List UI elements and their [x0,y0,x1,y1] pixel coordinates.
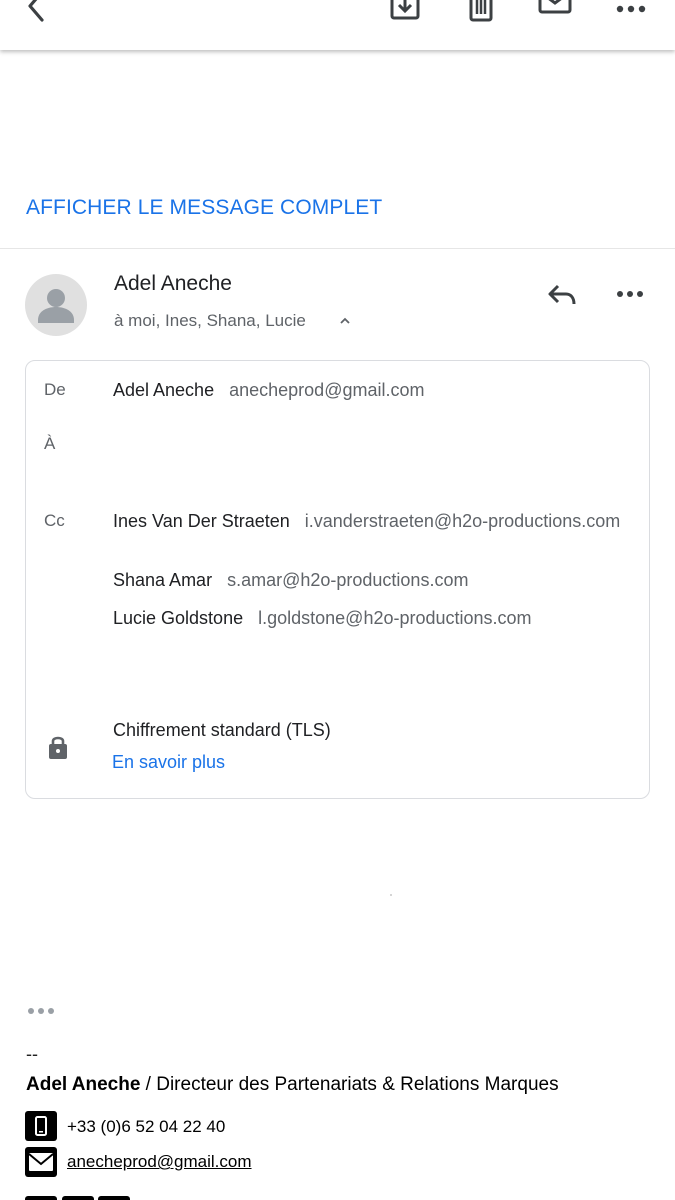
mail-icon[interactable] [538,0,572,22]
avatar[interactable] [25,274,87,336]
more-options-icon[interactable] [614,284,646,304]
from-name: Adel Aneche [113,380,215,400]
divider [0,248,675,249]
signature-separator: -- [26,1044,38,1064]
from-label: De [44,380,66,399]
signature-name: Adel Aneche [26,1074,141,1095]
learn-more-link[interactable]: En savoir plus [112,752,225,773]
social-icon[interactable] [25,1196,57,1200]
ellipsis-icon[interactable] [27,1004,55,1018]
avatar-icon [38,289,74,323]
trash-icon[interactable] [464,0,498,22]
archive-icon[interactable] [388,0,422,22]
cc-entry-1: Ines Van Der Straeten i.vanderstraeten@h… [113,510,633,532]
lock-icon [49,736,67,759]
recipients-summary[interactable]: à moi, Ines, Shana, Lucie [114,311,306,331]
more-icon[interactable] [614,0,648,26]
cc-label: Cc [44,511,65,530]
reply-icon[interactable] [546,280,578,310]
cc-email[interactable]: l.goldstone@h2o-productions.com [258,608,531,628]
signature-phone[interactable]: +33 (0)6 52 04 22 40 [67,1117,225,1137]
artifact-dot [390,894,392,896]
signature-name-line: Adel Aneche / Directeur des Partenariats… [26,1074,559,1096]
signature-email-link[interactable]: anecheprod@gmail.com [67,1152,252,1172]
phone-icon [25,1111,57,1141]
back-icon[interactable] [22,0,52,24]
cc-name: Lucie Goldstone [113,608,244,628]
from-email[interactable]: anecheprod@gmail.com [229,380,424,400]
social-icon[interactable] [98,1196,130,1200]
envelope-icon [25,1147,57,1177]
chevron-up-icon[interactable] [338,314,352,328]
cc-email[interactable]: s.amar@h2o-productions.com [227,570,468,590]
cc-name: Shana Amar [113,570,213,590]
to-label: À [44,434,56,453]
cc-entry-3: Lucie Goldstone l.goldstone@h2o-producti… [113,608,532,629]
signature-title: / Directeur des Partenariats & Relations… [140,1074,559,1095]
sender-name: Adel Aneche [114,272,232,295]
cc-entry-2: Shana Amar s.amar@h2o-productions.com [113,570,468,591]
cc-name: Ines Van Der Straeten [113,511,290,531]
cc-email[interactable]: i.vanderstraeten@h2o-productions.com [305,511,620,531]
top-toolbar [0,0,675,50]
from-line: Adel Aneche anecheprod@gmail.com [113,380,424,401]
encryption-status: Chiffrement standard (TLS) [113,720,331,740]
social-icon[interactable] [62,1196,94,1200]
show-full-message-link[interactable]: AFFICHER LE MESSAGE COMPLET [26,196,382,220]
